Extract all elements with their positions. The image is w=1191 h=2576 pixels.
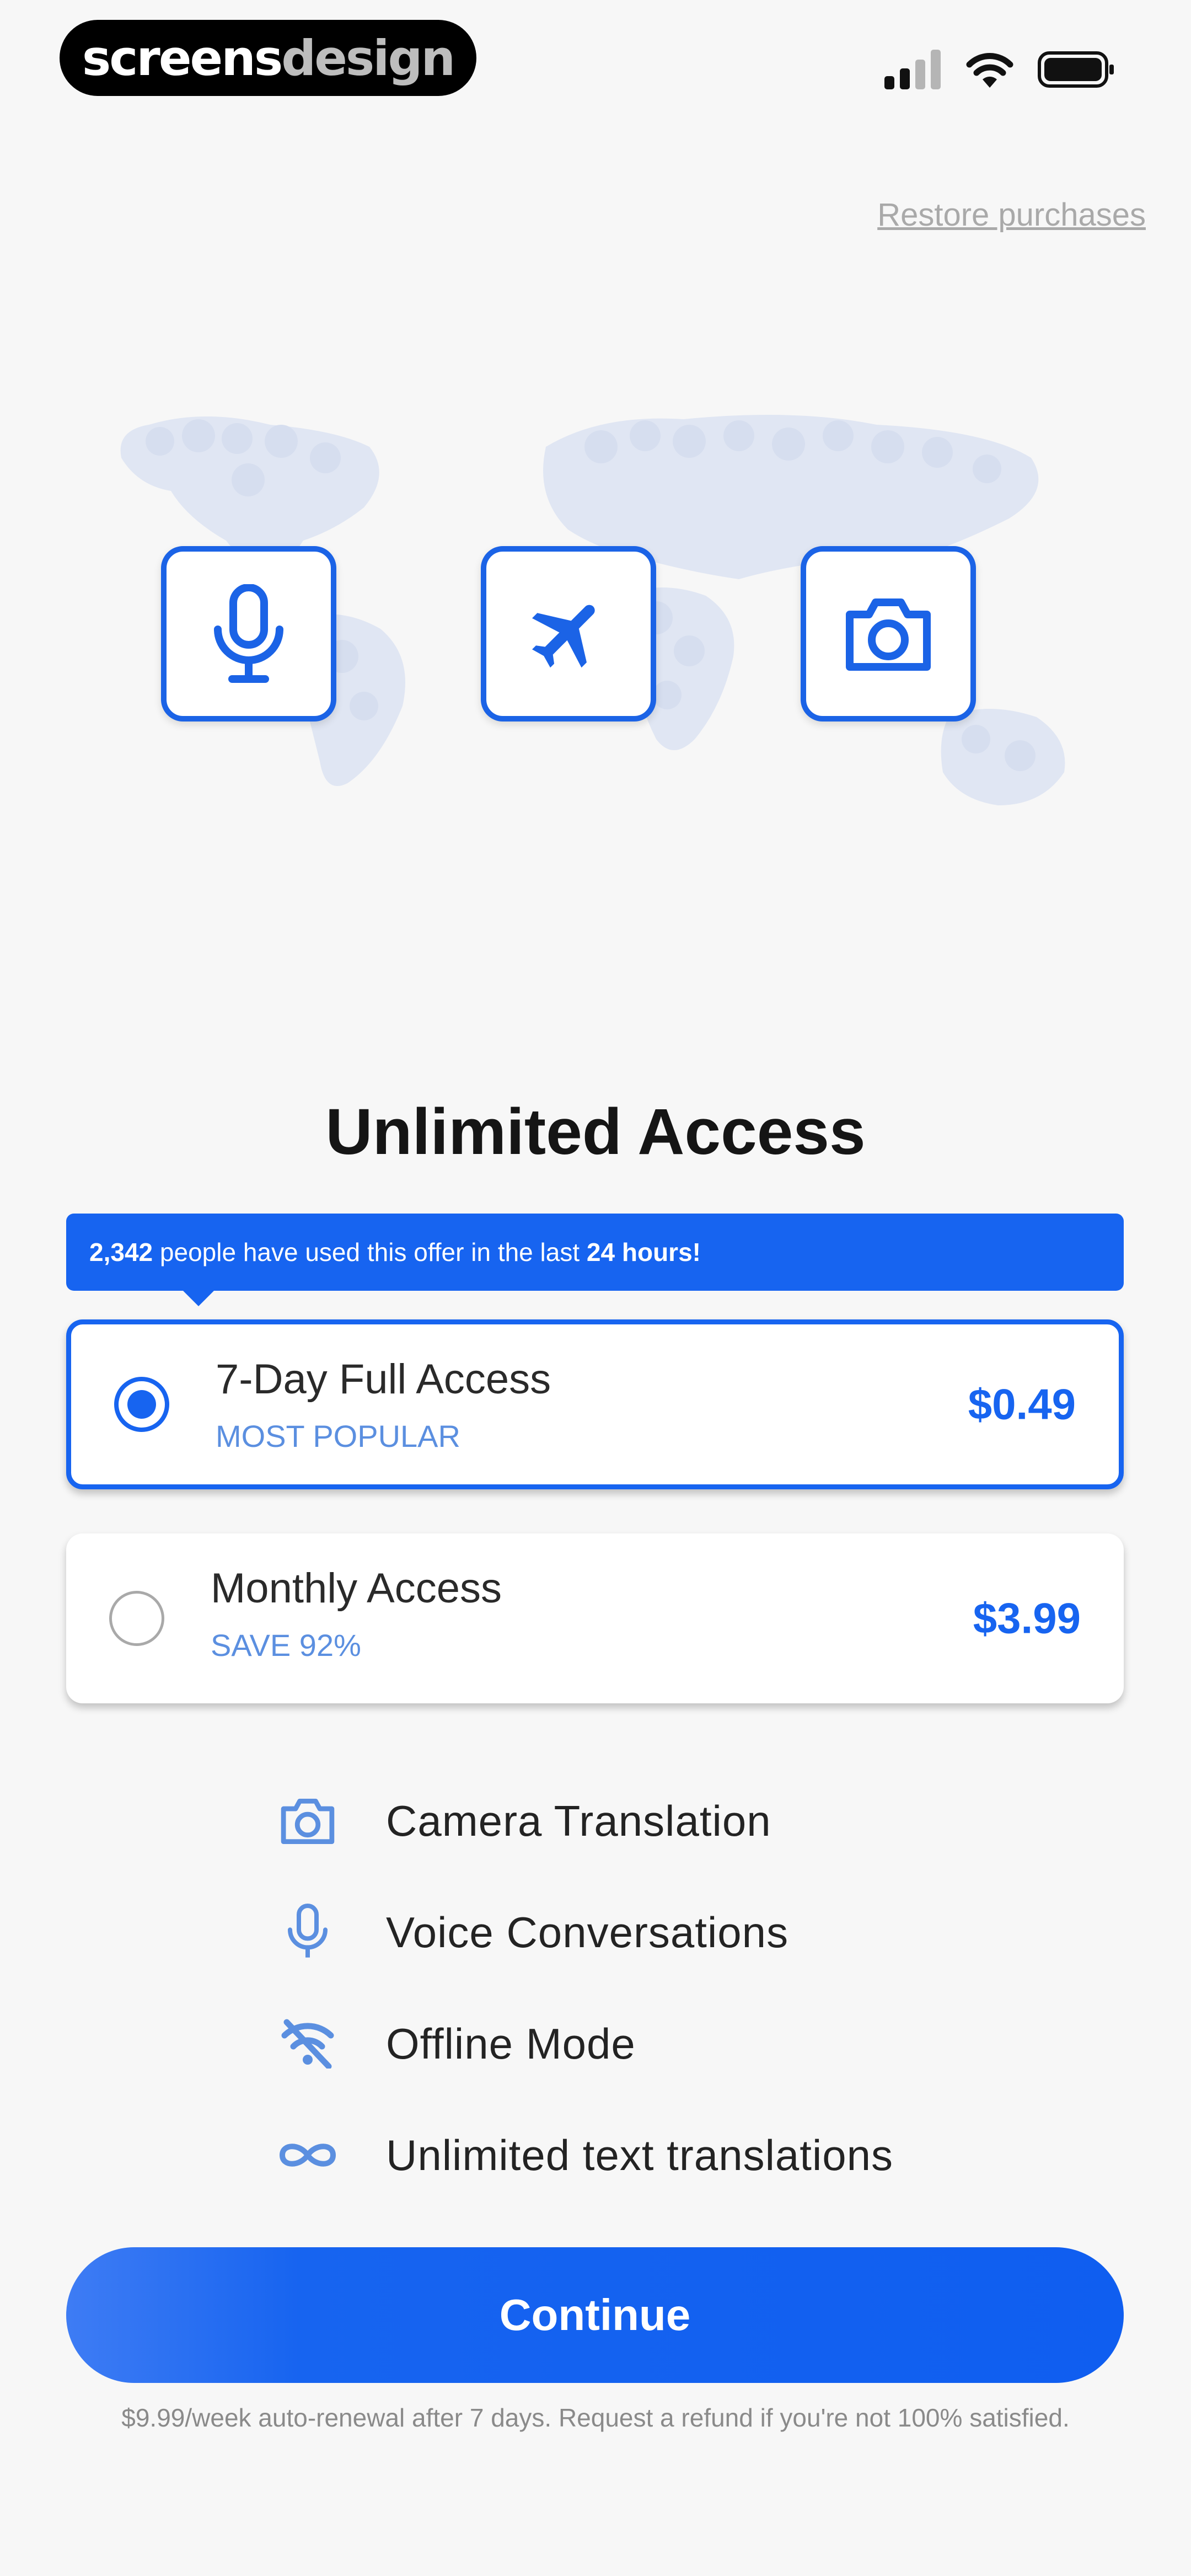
- feature-item: Voice Conversations: [276, 1877, 893, 1988]
- radio-unselected[interactable]: [109, 1591, 164, 1646]
- renewal-fine-print: $9.99/week auto-renewal after 7 days. Re…: [121, 2403, 1070, 2432]
- plan-option-monthly[interactable]: Monthly Access SAVE 92% $3.99: [66, 1533, 1124, 1703]
- radio-selected[interactable]: [114, 1377, 169, 1432]
- brand-logo: screens design: [60, 20, 476, 96]
- plan-option-weekly[interactable]: 7-Day Full Access MOST POPULAR $0.49: [66, 1319, 1124, 1489]
- banner-pointer: [182, 1290, 215, 1306]
- hero-mic-tile: [161, 546, 336, 722]
- mic-icon: [214, 584, 283, 683]
- plan-tag: SAVE 92%: [211, 1628, 361, 1663]
- wifi-icon: [966, 53, 1013, 88]
- airplane-icon: [532, 605, 595, 668]
- hero-airplane-tile: [481, 546, 656, 722]
- feature-item: Unlimited text translations: [276, 2099, 893, 2211]
- hero-camera-tile: [801, 546, 976, 722]
- plan-tag: MOST POPULAR: [216, 1419, 460, 1453]
- feature-item: Offline Mode: [276, 1988, 893, 2099]
- continue-button[interactable]: Continue: [66, 2247, 1124, 2383]
- restore-purchases-link[interactable]: Restore purchases: [877, 196, 1146, 233]
- plan-name: 7-Day Full Access: [216, 1356, 551, 1403]
- wifi-off-icon: [281, 2019, 334, 2069]
- feature-label: Unlimited text translations: [386, 2130, 894, 2179]
- social-proof-banner: 2,342 people have used this offer in the…: [66, 1214, 1124, 1306]
- page-title: Unlimited Access: [325, 1095, 866, 1169]
- status-bar: [884, 50, 1115, 89]
- banner-text: people have used this offer in the last: [159, 1238, 580, 1266]
- banner-window: 24 hours!: [586, 1238, 701, 1266]
- mic-icon: [288, 1904, 328, 1958]
- brand-part-2: design: [281, 29, 455, 87]
- banner-count: 2,342: [89, 1238, 153, 1266]
- battery-icon: [1038, 51, 1114, 88]
- camera-icon: [281, 1798, 335, 1844]
- signal-icon: [884, 50, 941, 89]
- feature-list: Camera Translation Voice Conversations O…: [276, 1765, 893, 2211]
- feature-label: Offline Mode: [386, 2019, 636, 2068]
- plan-name: Monthly Access: [211, 1565, 502, 1612]
- camera-icon: [846, 598, 931, 671]
- feature-label: Camera Translation: [386, 1796, 771, 1845]
- feature-label: Voice Conversations: [386, 1907, 789, 1957]
- feature-item: Camera Translation: [276, 1765, 893, 1877]
- brand-part-1: screens: [82, 29, 283, 87]
- plan-price: $0.49: [968, 1380, 1076, 1429]
- plan-price: $3.99: [973, 1594, 1081, 1643]
- infinity-icon: [279, 2144, 336, 2167]
